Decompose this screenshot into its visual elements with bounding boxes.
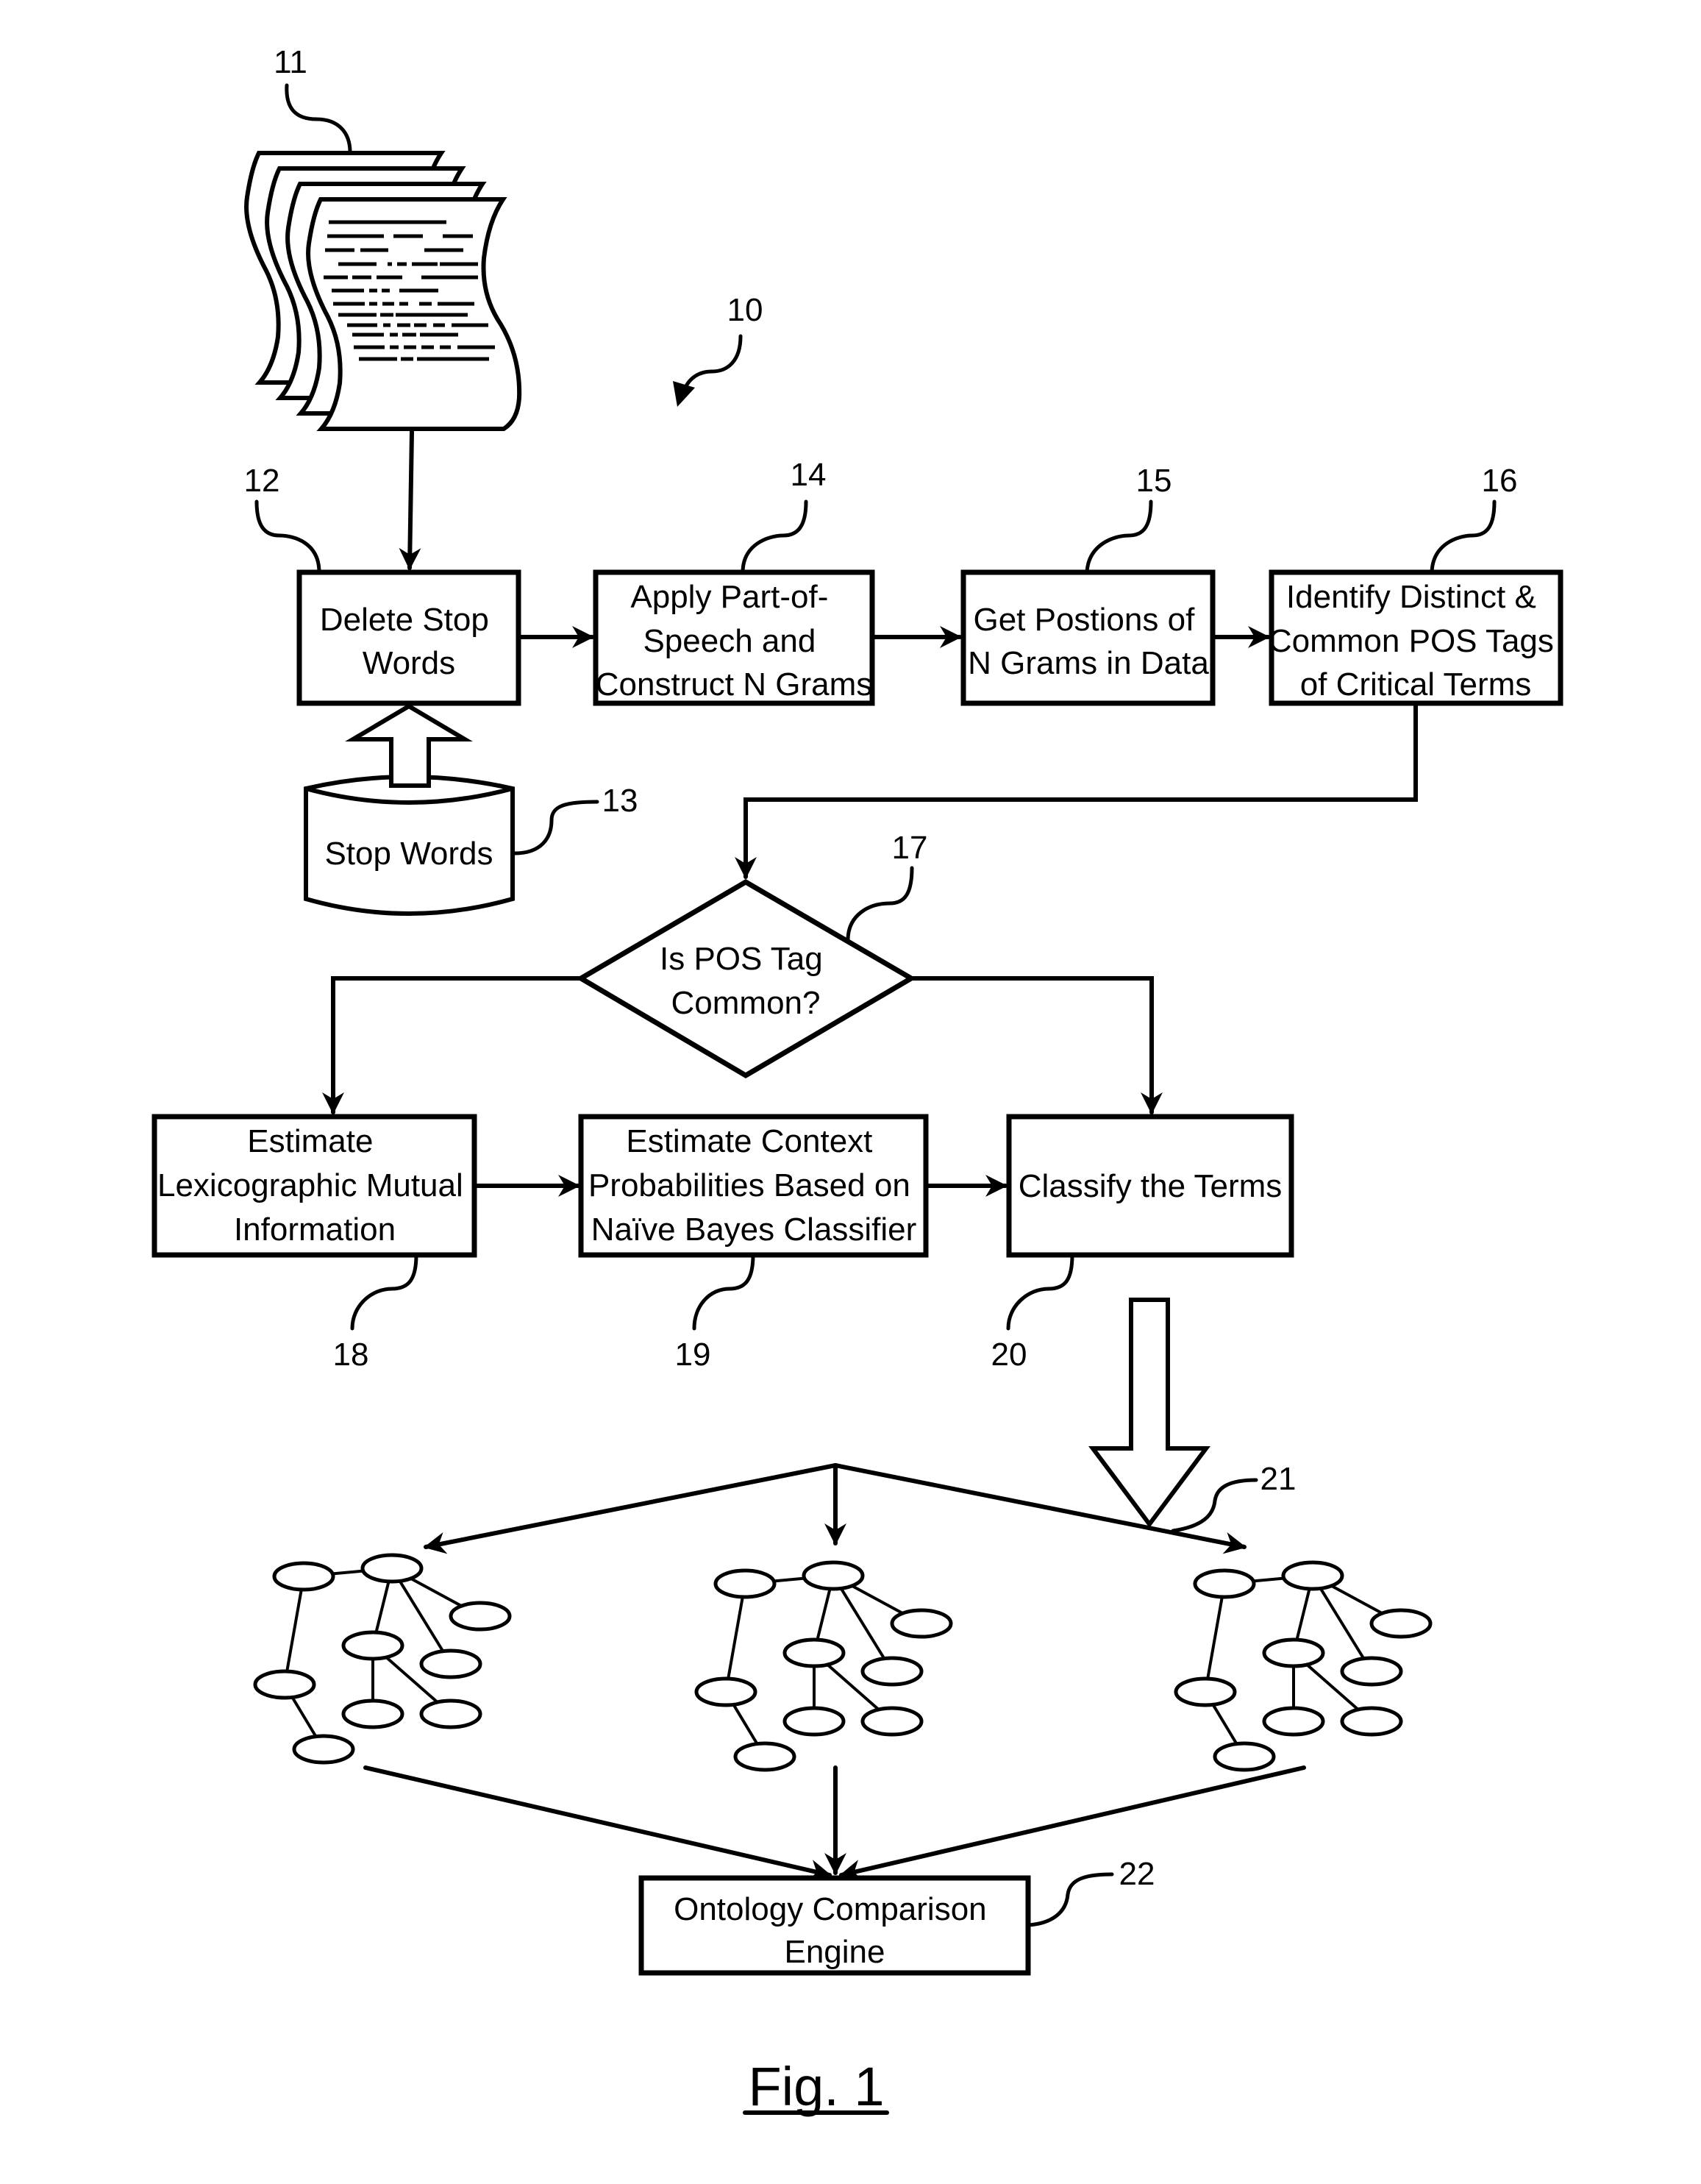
tree-node	[713, 1568, 777, 1599]
step-apply-pos: Apply Part-of- Speech and Construct N Gr…	[593, 569, 875, 706]
connector-16-to-17	[735, 701, 1418, 879]
step-label: Identify Distinct & Common POS Tags of C…	[1269, 579, 1563, 702]
ref-label-15: 15	[1136, 463, 1172, 499]
step-label: Estimate Context Probabilities Based on …	[588, 1123, 919, 1248]
step-estimate-context: Estimate Context Probabilities Based on …	[578, 1114, 929, 1258]
block-arrow-up-icon	[345, 703, 473, 788]
tree-edge	[283, 1576, 305, 1685]
tree-node	[860, 1656, 924, 1687]
leader-line-22	[1026, 1872, 1114, 1927]
tree-node	[419, 1648, 482, 1679]
ontology-trees	[253, 1553, 1433, 1772]
ref-label-22: 22	[1119, 1856, 1155, 1892]
ref-label-13: 13	[602, 783, 638, 819]
tree-node	[860, 1706, 924, 1737]
stop-words-database: Stop Words	[304, 775, 515, 916]
leader-line-15	[1085, 499, 1153, 575]
connector-17-to-20	[909, 976, 1163, 1114]
leader-line-17	[846, 866, 914, 942]
block-arrow-down-icon	[1088, 1298, 1210, 1529]
ref-label-16: 16	[1482, 463, 1518, 499]
leader-line-16	[1430, 499, 1497, 575]
step-label: Classify the Terms	[1019, 1168, 1283, 1204]
ref-label-21: 21	[1260, 1461, 1297, 1497]
ontology-tree	[1174, 1560, 1433, 1772]
tree-node	[1213, 1741, 1276, 1772]
ref-label-20: 20	[991, 1337, 1027, 1373]
tree-node	[272, 1561, 335, 1592]
step-get-positions: Get Postions of N Grams in Data	[960, 569, 1216, 706]
ref-label-11: 11	[274, 44, 307, 80]
ref-label-19: 19	[675, 1337, 711, 1373]
tree-node	[341, 1699, 404, 1729]
step-classify-terms: Classify the Terms	[1006, 1114, 1294, 1258]
tree-node	[1193, 1568, 1256, 1599]
leader-line-20	[1006, 1253, 1074, 1331]
connector-docs-to-delete	[399, 430, 421, 570]
patent-figure: 11 10 Delete Stop Words 12 Apply Part-of…	[0, 0, 1701, 2184]
leader-line-14	[741, 499, 808, 575]
ontology-tree	[253, 1553, 512, 1765]
connector-17-to-18	[322, 976, 583, 1114]
step-identify-tags: Identify Distinct & Common POS Tags of C…	[1269, 569, 1563, 706]
tree-node	[1262, 1706, 1325, 1737]
database-label: Stop Words	[324, 836, 493, 872]
ref-label-10: 10	[727, 292, 763, 328]
tree-node	[733, 1741, 796, 1772]
ref-label-17: 17	[892, 830, 928, 866]
tree-node	[1262, 1637, 1325, 1668]
step-delete-stop-words: Delete Stop Words	[296, 569, 521, 706]
tree-node	[782, 1706, 846, 1737]
leader-line-19	[692, 1253, 755, 1331]
tree-node	[360, 1553, 424, 1584]
step-estimate-lmi: Estimate Lexicographic Mutual Informatio…	[151, 1114, 477, 1258]
tree-node	[1340, 1706, 1403, 1737]
arrowhead-icon	[673, 381, 695, 407]
leader-line-18	[350, 1253, 418, 1331]
leader-line-11	[285, 83, 352, 154]
ontology-tree	[694, 1560, 953, 1772]
tree-node	[292, 1734, 355, 1765]
tree-node	[341, 1630, 404, 1661]
leader-line-12	[254, 499, 321, 575]
converge-arrows	[363, 1765, 1306, 1882]
figure-caption: Fig. 1	[748, 2056, 884, 2117]
tree-node	[1174, 1676, 1237, 1707]
leader-line-13	[513, 800, 599, 856]
tree-node	[1281, 1560, 1344, 1591]
ref-label-12: 12	[244, 463, 280, 499]
ref-label-14: 14	[791, 457, 827, 493]
tree-edge	[1204, 1583, 1226, 1693]
tree-node	[1369, 1608, 1433, 1639]
tree-node	[449, 1601, 512, 1632]
tree-edge	[724, 1583, 746, 1693]
tree-node	[253, 1669, 316, 1700]
tree-node	[802, 1560, 865, 1591]
tree-node	[419, 1699, 482, 1729]
tree-node	[694, 1676, 757, 1707]
ref-label-18: 18	[333, 1337, 369, 1373]
tree-node	[782, 1637, 846, 1668]
document-stack-icon	[246, 153, 519, 429]
leader-line-21	[1171, 1478, 1258, 1533]
ontology-comparison-engine: Ontology Comparison Engine	[638, 1875, 1031, 1976]
tree-node	[890, 1608, 953, 1639]
tree-node	[1340, 1656, 1403, 1687]
